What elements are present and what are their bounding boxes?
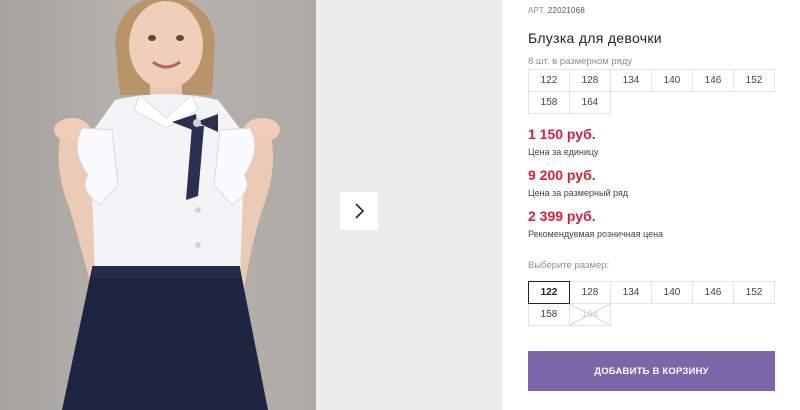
size-option-152[interactable]: 152 [733, 281, 775, 304]
row-price-note: Цена за размерный ряд [528, 188, 629, 198]
row-size-cell: 164 [569, 91, 611, 114]
product-gallery [0, 0, 510, 410]
product-info-panel: АРТ. 22021068 Блузка для девочки 8 шт. в… [528, 0, 780, 410]
size-option-label: 152 [745, 287, 763, 298]
size-option-164: 164 [569, 303, 611, 326]
size-option-label: 158 [540, 309, 558, 320]
unit-price-note: Цена за единицу [528, 147, 599, 157]
size-row-info: 8 шт. в размерном ряду [528, 56, 633, 67]
product-title: Блузка для девочки [528, 30, 662, 46]
cross-out-icon [570, 304, 610, 325]
size-option-label: 134 [622, 287, 640, 298]
article-label: АРТ. [528, 6, 546, 15]
row-size-cell: 140 [651, 69, 693, 92]
article-number: АРТ. 22021068 [528, 6, 585, 15]
size-option-122[interactable]: 122 [528, 281, 570, 304]
size-option-158[interactable]: 158 [528, 303, 570, 326]
retail-price: 2 399 руб. [528, 208, 596, 224]
size-option-140[interactable]: 140 [651, 281, 693, 304]
row-size-cell: 134 [610, 69, 652, 92]
size-selector: 122 128 134 140 146 152 158 164 [528, 281, 780, 327]
product-page: АРТ. 22021068 Блузка для девочки 8 шт. в… [0, 0, 800, 410]
size-option-label: 122 [540, 287, 558, 298]
row-size-cell: 152 [733, 69, 775, 92]
girl-in-blouse-image [54, 0, 280, 410]
row-price: 9 200 руб. [528, 167, 596, 183]
size-option-label: 146 [704, 287, 722, 298]
size-option-128[interactable]: 128 [569, 281, 611, 304]
row-size-cell: 146 [692, 69, 734, 92]
size-option-label: 128 [581, 287, 599, 298]
retail-price-note: Рекомендуемая розничная цена [528, 229, 664, 239]
row-size-cell: 128 [569, 69, 611, 92]
gallery-divider [502, 0, 510, 410]
size-row-grid: 122 128 134 140 146 152 158 164 [528, 69, 780, 115]
unit-price: 1 150 руб. [528, 126, 596, 142]
size-option-label: 140 [663, 287, 681, 298]
size-option-146[interactable]: 146 [692, 281, 734, 304]
row-size-cell: 158 [528, 91, 570, 114]
gallery-next-button[interactable] [340, 192, 378, 230]
add-to-cart-button[interactable]: ДОБАВИТЬ В КОРЗИНУ [528, 351, 775, 391]
chevron-right-icon [355, 203, 365, 219]
choose-size-label: Выберите размер: [528, 260, 610, 271]
row-size-cell: 122 [528, 69, 570, 92]
article-value: 22021068 [547, 6, 585, 15]
size-option-134[interactable]: 134 [610, 281, 652, 304]
product-photo [0, 0, 316, 410]
